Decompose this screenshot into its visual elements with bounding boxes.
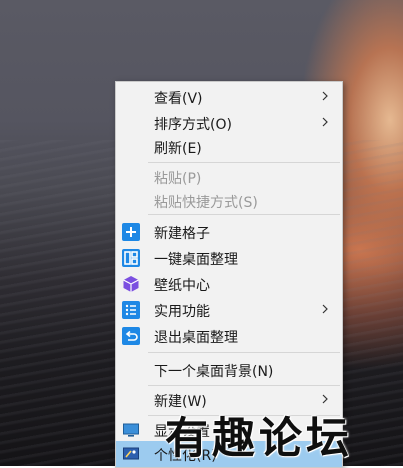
- menu-separator: [148, 162, 340, 163]
- menu-item-paste: 粘贴(P): [116, 164, 342, 190]
- menu-item-view[interactable]: 查看(V): [116, 84, 342, 110]
- layout-icon: [122, 249, 140, 267]
- chevron-right-icon: [322, 304, 328, 314]
- plus-icon: [122, 223, 140, 241]
- chevron-right-icon: [322, 91, 328, 101]
- chevron-right-icon: [322, 117, 328, 127]
- menu-item-label: 一键桌面整理: [154, 252, 238, 268]
- list-icon: [122, 301, 140, 319]
- menu-item-label: 查看(V): [154, 91, 203, 107]
- menu-item-utilities[interactable]: 实用功能: [116, 297, 342, 323]
- menu-separator: [148, 214, 340, 215]
- menu-item-label: 壁纸中心: [154, 278, 210, 294]
- cube-icon: [123, 276, 139, 292]
- menu-item-one-click-organize[interactable]: 一键桌面整理: [116, 245, 342, 271]
- menu-item-label: 新建格子: [154, 226, 210, 242]
- menu-item-new-grid[interactable]: 新建格子: [116, 219, 342, 245]
- menu-item-label: 刷新(E): [154, 141, 202, 157]
- exit-icon: [122, 327, 140, 345]
- menu-item-wallpaper-center[interactable]: 壁纸中心: [116, 271, 342, 297]
- menu-item-paste-shortcut: 粘贴快捷方式(S): [116, 188, 342, 214]
- menu-item-label: 实用功能: [154, 304, 210, 320]
- menu-item-label: 粘贴(P): [154, 171, 202, 187]
- menu-item-label: 下一个桌面背景(N): [154, 364, 274, 380]
- menu-item-refresh[interactable]: 刷新(E): [116, 134, 342, 160]
- personalize-icon: [123, 447, 139, 460]
- menu-separator: [148, 352, 340, 353]
- display-icon: [123, 423, 139, 437]
- menu-item-sort-by[interactable]: 排序方式(O): [116, 110, 342, 136]
- menu-separator: [148, 385, 340, 386]
- menu-item-exit-organize[interactable]: 退出桌面整理: [116, 323, 342, 349]
- watermark-text: 有趣论坛: [165, 414, 353, 464]
- menu-item-next-background[interactable]: 下一个桌面背景(N): [116, 357, 342, 383]
- menu-item-label: 粘贴快捷方式(S): [154, 195, 258, 211]
- menu-item-label: 退出桌面整理: [154, 330, 238, 346]
- menu-item-label: 排序方式(O): [154, 117, 232, 133]
